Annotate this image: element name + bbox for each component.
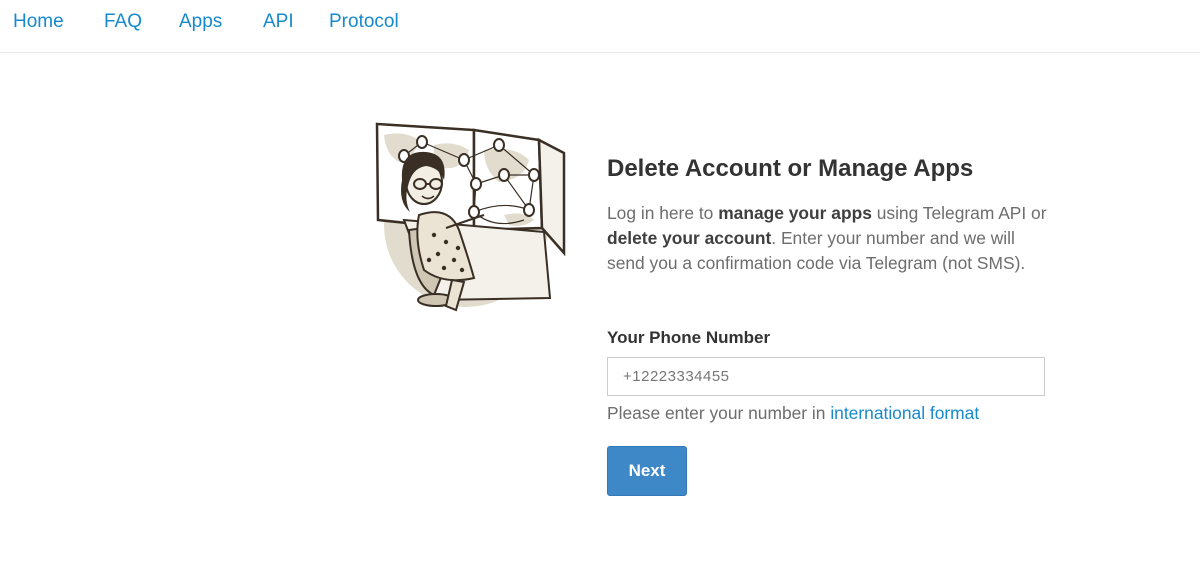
hint-text: Please enter your number in bbox=[607, 403, 831, 423]
page-title: Delete Account or Manage Apps bbox=[607, 155, 974, 182]
phone-number-label: Your Phone Number bbox=[607, 328, 771, 347]
nav-protocol-link[interactable]: Protocol bbox=[329, 11, 399, 33]
next-button[interactable]: Next bbox=[607, 446, 687, 496]
desc-bold-manage-apps: manage your apps bbox=[718, 203, 872, 223]
top-navigation: Home FAQ Apps API Protocol bbox=[0, 0, 1200, 53]
desc-text-2: using Telegram API or bbox=[871, 203, 1047, 223]
desc-text-1: Log in here to bbox=[607, 203, 719, 223]
nav-home-link[interactable]: Home bbox=[13, 11, 64, 33]
nav-apps-link[interactable]: Apps bbox=[179, 11, 222, 33]
nav-api-link[interactable]: API bbox=[263, 11, 294, 33]
phone-format-hint: Please enter your number in internationa… bbox=[607, 403, 979, 424]
desc-bold-delete-account: delete your account bbox=[607, 228, 772, 248]
page-description: Log in here to manage your apps using Te… bbox=[607, 201, 1047, 276]
international-format-link[interactable]: international format bbox=[830, 403, 979, 423]
telegram-agent-illustration bbox=[374, 120, 570, 320]
phone-number-input[interactable] bbox=[607, 357, 1045, 396]
nav-faq-link[interactable]: FAQ bbox=[104, 11, 142, 33]
